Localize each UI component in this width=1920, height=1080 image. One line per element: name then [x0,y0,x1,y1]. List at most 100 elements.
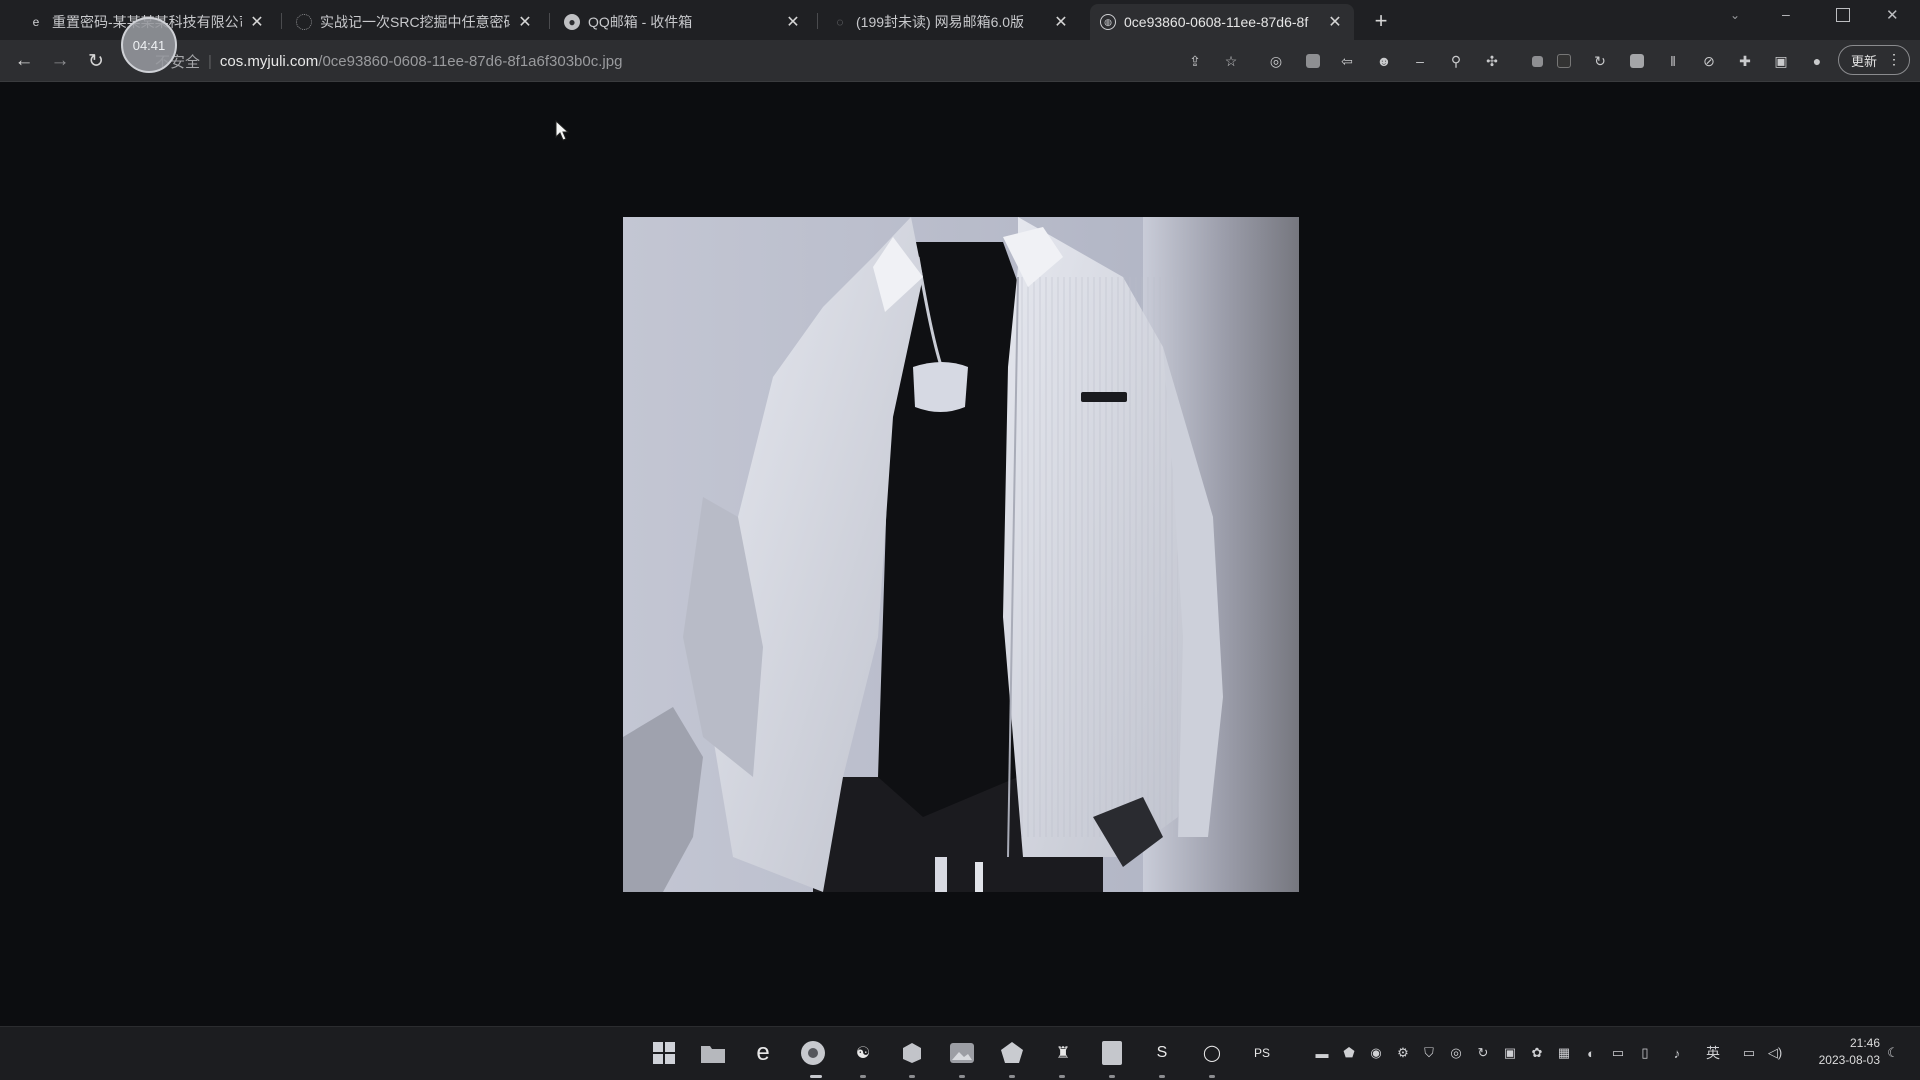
tray-usb-icon[interactable]: ▯ [1636,1044,1654,1062]
recording-timer: 04:41 [121,17,177,73]
viewed-image[interactable] [623,217,1299,892]
phpstorm-icon[interactable]: PS [1247,1038,1277,1068]
extension-arrow-icon[interactable]: ⇦ [1337,51,1357,71]
tab-title: 0ce93860-0608-11ee-87d6-8f [1124,14,1309,30]
app-indicator [860,1075,866,1078]
bookmark-star-icon[interactable]: ☆ [1221,51,1241,71]
tray-app-icon[interactable]: ✿ [1528,1044,1546,1062]
tray-app-icon[interactable]: ▣ [1501,1044,1519,1062]
package-app-icon[interactable] [897,1038,927,1068]
tencent-app-icon[interactable]: ◯ [1197,1038,1227,1068]
new-tab-plus-icon[interactable]: + [1368,8,1394,34]
windows-taskbar: e ☯ ♜ S ◯ PS ▬ ⬟ ◉ ⚙ ⛉ ◎ ↻ ▣ ✿ ▦ ◐ ▭ ▯ ♪… [0,1026,1920,1080]
app-indicator [909,1075,915,1078]
tray-app-icon[interactable]: ↻ [1474,1044,1492,1062]
extension-link-icon[interactable]: ⊘ [1699,51,1719,71]
tray-app-icon[interactable]: ⚙ [1394,1044,1412,1062]
browser-toolbar: ← → ↻ 不安全 | cos.myjuli.com/0ce93860-0608… [0,40,1920,82]
tray-app-icon[interactable]: ◐ [1582,1044,1600,1062]
tab-divider [281,13,282,29]
tab-search-chevron-down-icon[interactable]: ⌄ [1730,8,1750,28]
app-indicator [959,1075,965,1078]
penguin-app-icon[interactable]: ♜ [1048,1038,1078,1068]
close-icon[interactable]: ✕ [1052,13,1070,31]
photos-app-icon[interactable] [947,1038,977,1068]
extension-badge-icon[interactable] [1527,51,1547,71]
tab-title: (199封未读) 网易邮箱6.0版 [856,14,1025,30]
extension-globe-icon[interactable]: ✣ [1482,51,1502,71]
address-divider: | [208,52,212,70]
menu-kebab-icon[interactable]: ⋮ [1887,51,1901,68]
clock-date: 2023-08-03 [1818,1053,1880,1067]
close-icon[interactable]: ✕ [784,13,802,31]
volume-icon[interactable]: ◁) [1766,1044,1784,1062]
forward-arrow-icon[interactable]: → [47,48,73,74]
sublime-text-icon[interactable]: S [1147,1038,1177,1068]
extension-square-icon[interactable] [1554,51,1574,71]
share-icon[interactable]: ⇪ [1185,51,1205,71]
tray-app-icon[interactable]: ⬟ [1340,1044,1358,1062]
active-app-indicator [810,1075,822,1078]
fish-app-icon[interactable]: ☯ [848,1038,878,1068]
tab-divider [817,13,818,29]
window-close-icon[interactable]: ✕ [1886,6,1906,26]
address-bar[interactable]: 不安全 | cos.myjuli.com/0ce93860-0608-11ee-… [145,46,1225,76]
tray-shield-icon[interactable]: ⛉ [1420,1044,1438,1062]
translate-icon[interactable] [1303,51,1323,71]
url-path: /0ce93860-0608-11ee-87d6-8f1a6f303b0c.jp… [318,52,623,70]
tab-qq-mail[interactable]: ● QQ邮箱 - 收件箱 ✕ [554,4,812,40]
side-panel-icon[interactable]: ▣ [1771,51,1791,71]
pentagon-app-icon[interactable] [997,1038,1027,1068]
tray-app-icon[interactable]: ◎ [1447,1044,1465,1062]
tab-netease-mail[interactable]: ◌ (199封未读) 网易邮箱6.0版 ✕ [822,4,1080,40]
ime-indicator[interactable]: 英 [1704,1044,1722,1062]
extensions-puzzle-icon[interactable]: ✚ [1735,51,1755,71]
app-indicator [1059,1075,1065,1078]
file-explorer-icon[interactable] [698,1038,728,1068]
app-indicator [1209,1075,1215,1078]
microphone-icon[interactable]: ♪ [1668,1044,1686,1062]
doc-app-icon[interactable] [1097,1038,1127,1068]
edge-e-icon: e [32,15,40,29]
extension-bars-icon[interactable]: ‖ [1663,51,1683,71]
extension-arrow-icon[interactable]: ↻ [1590,51,1610,71]
url-host: cos.myjuli.com [219,52,319,70]
system-clock[interactable]: 21:46 2023-08-03 [1800,1035,1880,1069]
tab-divider [549,13,550,29]
close-icon[interactable]: ✕ [248,13,266,31]
update-label: 更新 [1851,53,1878,69]
reload-icon[interactable]: ↻ [83,48,109,74]
netease-mail-icon: ◌ [836,15,844,29]
chrome-browser-icon[interactable] [798,1038,828,1068]
extension-circle-icon[interactable]: ◎ [1266,51,1286,71]
location-pin-icon[interactable]: ⚲ [1446,51,1466,71]
windows-start-icon[interactable] [649,1038,679,1068]
profile-avatar-icon[interactable]: ● [1807,51,1827,71]
edge-browser-icon[interactable]: e [748,1038,778,1068]
update-button[interactable]: 更新 ⋮ [1838,45,1910,75]
close-icon[interactable]: ✕ [1326,13,1344,31]
tray-monitor-icon[interactable]: ▭ [1609,1044,1627,1062]
tab-image-active[interactable]: ◍ 0ce93860-0608-11ee-87d6-8f ✕ [1090,4,1354,40]
minimize-icon[interactable]: – [1782,6,1802,26]
qq-mail-icon: ● [564,14,580,30]
tray-app-icon[interactable]: ▬ [1313,1044,1331,1062]
tray-app-icon[interactable]: ◉ [1367,1044,1385,1062]
network-icon[interactable]: ▭ [1740,1044,1758,1062]
notification-moon-icon[interactable]: ☾ [1884,1044,1902,1062]
clock-time: 21:46 [1849,1036,1880,1050]
close-icon[interactable]: ✕ [516,13,534,31]
loading-icon [296,14,312,30]
tray-app-icon[interactable]: ▦ [1555,1044,1573,1062]
mouse-cursor-icon [555,120,570,141]
restore-icon[interactable] [1836,8,1850,22]
extension-card-icon[interactable] [1627,51,1647,71]
tab-title: QQ邮箱 - 收件箱 [588,14,693,30]
extension-dash-icon[interactable]: – [1410,51,1430,71]
tab-title: 实战记一次SRC挖掘中任意密码 [320,14,510,30]
app-indicator [1009,1075,1015,1078]
tab-src-article[interactable]: 实战记一次SRC挖掘中任意密码 ✕ [286,4,544,40]
back-arrow-icon[interactable]: ← [11,48,37,74]
extension-face-icon[interactable]: ☻ [1374,51,1394,71]
app-indicator [1159,1075,1165,1078]
